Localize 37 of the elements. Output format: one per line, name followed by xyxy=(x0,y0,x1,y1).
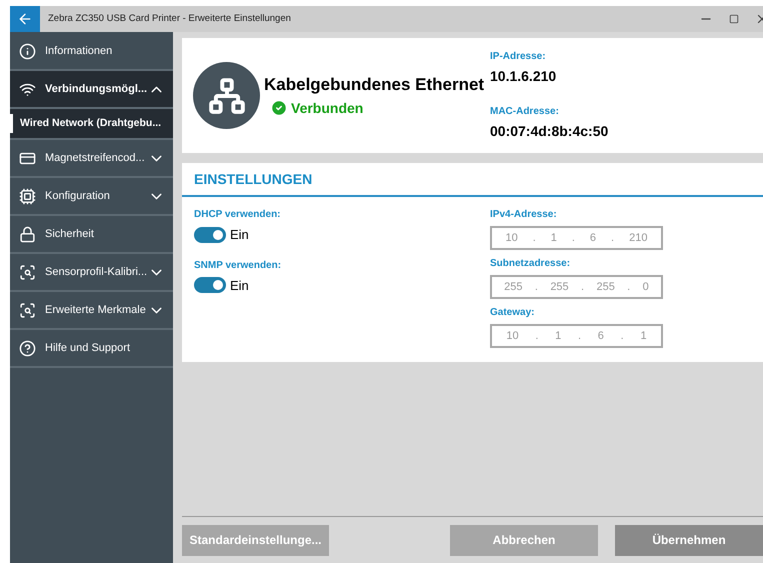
lock-icon xyxy=(19,226,36,242)
detail-value: 00:07:4d:8b:4c:50 xyxy=(490,122,608,141)
toggle-label: DHCP verwenden: xyxy=(194,208,282,222)
help-icon xyxy=(19,340,36,356)
sidebar-label: Sensorprofil-Kalibri... xyxy=(45,264,148,280)
detail-value: 10.1.6.210 xyxy=(490,67,558,86)
toggle-state: Ein xyxy=(230,226,249,244)
connection-status: Verbunden xyxy=(291,98,364,118)
toggle-state: Ein xyxy=(230,276,249,294)
sidebar-subitem[interactable]: Wired Network (Drahtgebu... xyxy=(10,109,173,140)
field-label: IPv4-Adresse: xyxy=(490,208,558,222)
toggle-switch[interactable] xyxy=(194,277,226,294)
back-button[interactable] xyxy=(10,6,40,32)
sidebar-label: Magnetstreifencod... xyxy=(45,150,145,166)
detail-label: MAC-Adresse: xyxy=(490,105,560,119)
sidebar-label: Informationen xyxy=(45,44,112,59)
field-label: Subnetzadresse: xyxy=(490,257,572,271)
toggle-switch[interactable] xyxy=(194,226,226,243)
maximize-icon[interactable] xyxy=(729,14,739,24)
magnifier-icon xyxy=(19,264,36,280)
info-icon xyxy=(19,42,36,60)
toggle-label: SNMP verwenden: xyxy=(194,258,282,272)
magnifier-icon xyxy=(19,302,36,318)
sidebar-label: Verbindungsmögl... xyxy=(45,82,148,97)
sidebar-label: Erweiterte Merkmale xyxy=(45,302,146,318)
field-label: Gateway: xyxy=(490,306,536,320)
detail-label: IP-Adresse: xyxy=(490,50,547,64)
chip-icon xyxy=(19,188,36,204)
section-title: EINSTELLUNGEN xyxy=(194,170,312,188)
connection-title: Kabelgebundenes Ethernet xyxy=(264,74,482,96)
window-title: Zebra ZC350 USB Card Printer - Erweiterte Einstellungen xyxy=(48,12,291,26)
selection-indicator xyxy=(10,114,13,133)
sidebar-label: Wired Network (Drahtgebu... xyxy=(20,116,162,131)
sidebar-item[interactable]: Verbindungsmögl... xyxy=(10,71,173,109)
sidebar-label: Hilfe und Support xyxy=(45,340,130,356)
sidebar-label: Sicherheit xyxy=(45,226,94,242)
sidebar-label: Konfiguration xyxy=(45,188,110,204)
